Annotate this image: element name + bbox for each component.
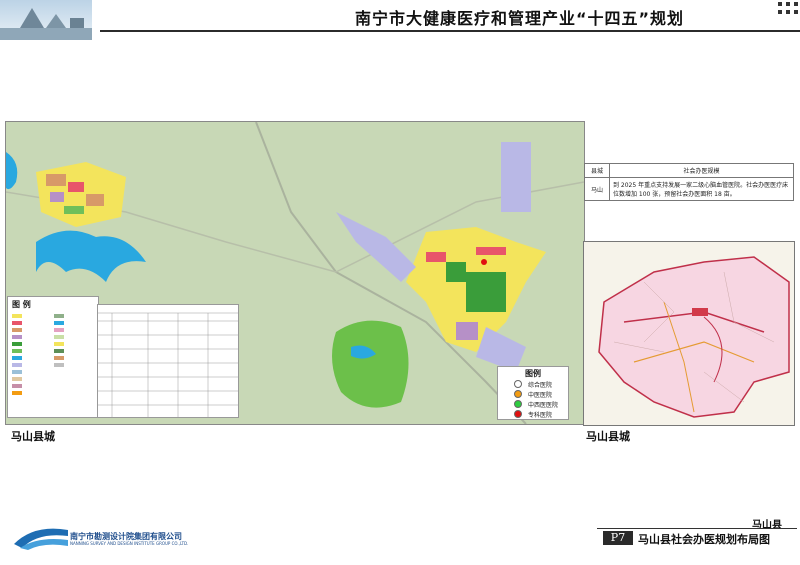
table-header-row: 县城 社会办医规模 bbox=[584, 163, 794, 178]
corner-decoration-icon bbox=[778, 2, 798, 14]
table-header: 社会办医规模 bbox=[609, 163, 794, 178]
landuse-balance-table bbox=[97, 304, 239, 418]
hospital-legend-item: 专科医院 bbox=[498, 409, 568, 419]
county-cell: 马山 bbox=[584, 177, 610, 201]
integrated-hospital-marker-icon bbox=[514, 400, 522, 408]
hospital-legend: 图例 综合医院 中医医院 中西医医院 专科医院 bbox=[497, 366, 569, 420]
company-name-en: NANNING SURVEY AND DESIGN INSTITUTE GROU… bbox=[70, 541, 189, 546]
footer-rule bbox=[597, 528, 797, 529]
private-medical-table: 县城 社会办医规模 马山 到 2025 年重点支持发展一家二级心脑血管医院。社会… bbox=[584, 163, 794, 201]
map-caption: 马山县城 bbox=[11, 430, 55, 443]
specialty-hospital-marker-icon bbox=[514, 410, 522, 418]
hospital-legend-title: 图例 bbox=[525, 369, 541, 378]
county-inset-map[interactable] bbox=[583, 241, 795, 426]
page-title: 南宁市大健康医疗和管理产业“十四五”规划 bbox=[355, 9, 685, 28]
legend-label: 综合医院 bbox=[528, 381, 553, 389]
legend-label: 专科医院 bbox=[528, 411, 553, 419]
county-seat-marker bbox=[692, 308, 708, 316]
building-photo-icon bbox=[0, 8, 92, 40]
hospital-markers bbox=[481, 259, 487, 265]
header-photo bbox=[0, 0, 92, 40]
general-hospital-marker-icon bbox=[514, 380, 522, 388]
table-grid bbox=[98, 312, 238, 417]
landuse-legend: 图 例 bbox=[7, 296, 99, 418]
table-header: 县城 bbox=[584, 163, 610, 178]
page-number-badge: P7 bbox=[603, 531, 633, 545]
company-logo-icon bbox=[14, 528, 68, 550]
hospital-legend-item: 中医医院 bbox=[498, 389, 568, 399]
map-title: 马山县社会办医规划布局图 bbox=[638, 533, 770, 546]
legend-title: 图 例 bbox=[12, 300, 31, 309]
tcm-hospital-marker-icon bbox=[514, 390, 522, 398]
content-cell: 到 2025 年重点支持发展一家二级心脑血管医院。社会办医医疗床位数增加 100… bbox=[609, 177, 794, 201]
table-row: 马山 到 2025 年重点支持发展一家二级心脑血管医院。社会办医医疗床位数增加 … bbox=[584, 177, 794, 201]
inset-caption: 马山县城 bbox=[586, 430, 630, 443]
legend-label: 中西医医院 bbox=[528, 401, 559, 409]
inset-canvas bbox=[584, 242, 794, 425]
hospital-legend-item: 综合医院 bbox=[498, 379, 568, 389]
header-rule bbox=[100, 30, 800, 32]
hospital-legend-item: 中西医医院 bbox=[498, 399, 568, 409]
legend-swatches bbox=[12, 314, 64, 395]
legend-label: 中医医院 bbox=[528, 391, 553, 399]
